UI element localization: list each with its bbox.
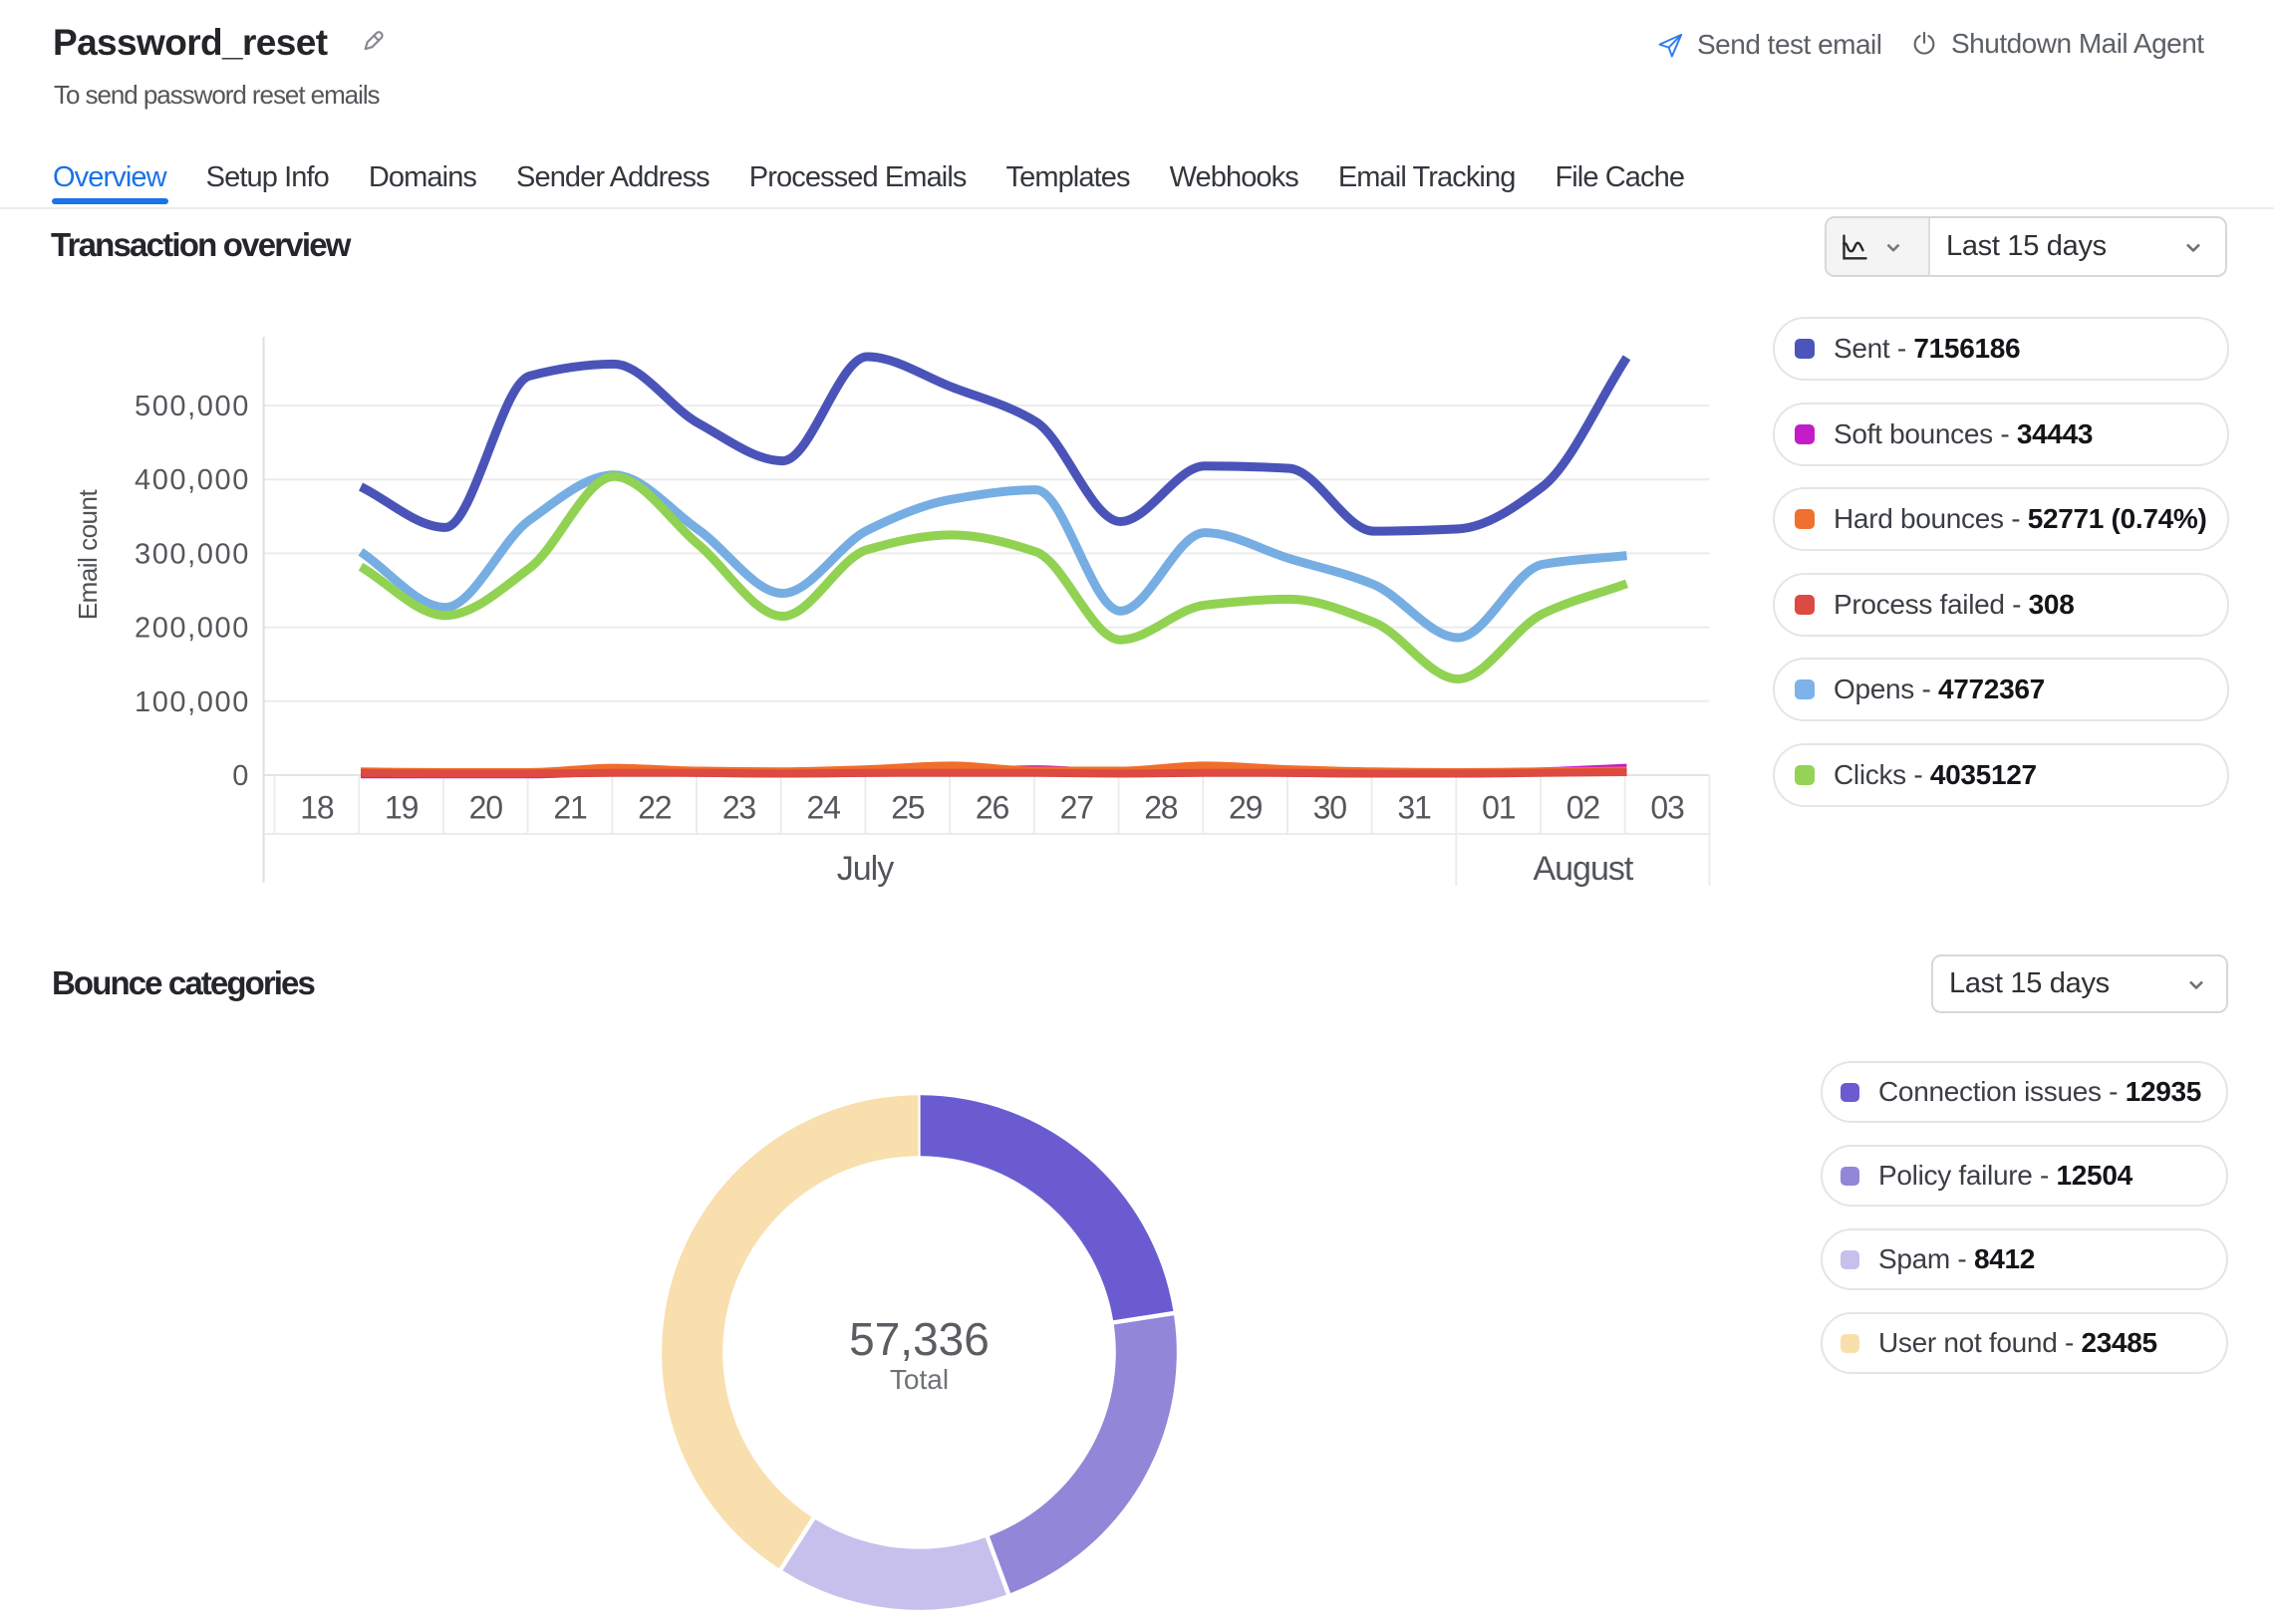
svg-text:57,336: 57,336 (849, 1313, 990, 1365)
svg-text:Email count: Email count (73, 489, 103, 621)
svg-text:0: 0 (232, 760, 250, 792)
svg-text:200,000: 200,000 (135, 613, 250, 645)
svg-text:20: 20 (469, 790, 503, 826)
svg-text:29: 29 (1229, 790, 1263, 826)
svg-text:27: 27 (1060, 790, 1094, 826)
svg-text:26: 26 (976, 790, 1009, 826)
svg-text:24: 24 (806, 790, 840, 826)
svg-text:100,000: 100,000 (135, 686, 250, 718)
svg-text:August: August (1533, 850, 1633, 888)
svg-text:30: 30 (1313, 790, 1347, 826)
svg-text:02: 02 (1566, 790, 1600, 826)
svg-text:500,000: 500,000 (135, 391, 250, 422)
svg-text:03: 03 (1650, 790, 1684, 826)
svg-text:31: 31 (1397, 790, 1431, 826)
svg-text:400,000: 400,000 (135, 464, 250, 496)
svg-text:July: July (837, 850, 894, 888)
svg-text:300,000: 300,000 (135, 538, 250, 570)
svg-text:01: 01 (1482, 790, 1516, 826)
svg-text:22: 22 (638, 790, 672, 826)
svg-text:25: 25 (891, 790, 925, 826)
svg-text:23: 23 (722, 790, 756, 826)
svg-text:18: 18 (300, 790, 334, 826)
svg-text:21: 21 (553, 790, 587, 826)
svg-text:19: 19 (385, 790, 419, 826)
svg-text:28: 28 (1144, 790, 1178, 826)
svg-text:Total: Total (890, 1364, 949, 1395)
